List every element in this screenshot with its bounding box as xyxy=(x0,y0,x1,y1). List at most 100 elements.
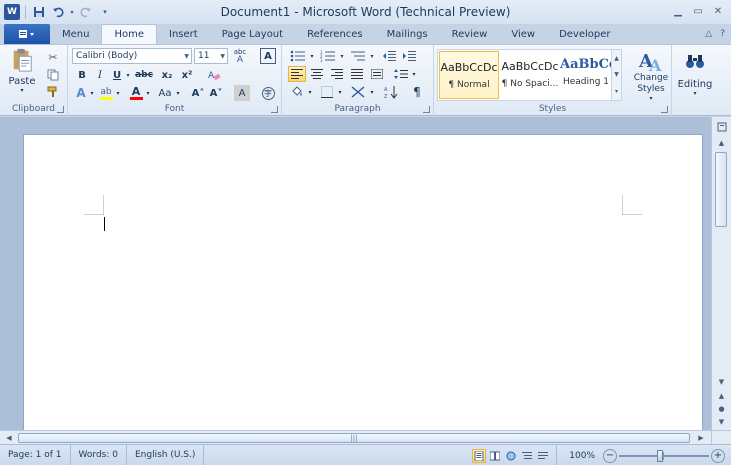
vertical-scrollbar[interactable]: ▲ ▼ ▲ ● ▼ xyxy=(711,117,731,430)
close-icon[interactable]: ✕ xyxy=(709,3,727,19)
zoom-slider-thumb[interactable] xyxy=(657,449,663,462)
numbering-dropdown-icon[interactable]: ▾ xyxy=(338,48,346,64)
maximize-icon[interactable]: ▭ xyxy=(689,3,707,19)
align-center-button[interactable] xyxy=(308,66,326,82)
tab-menu[interactable]: Menu xyxy=(50,25,101,44)
customize-qat-icon[interactable]: ▾ xyxy=(97,4,113,20)
multilevel-list-button[interactable] xyxy=(348,48,368,64)
styles-launcher-icon[interactable] xyxy=(661,106,668,113)
file-tab[interactable] xyxy=(4,24,50,44)
print-layout-view-icon[interactable] xyxy=(472,448,487,463)
vertical-scroll-thumb[interactable] xyxy=(715,152,727,227)
scroll-right-icon[interactable]: ▶ xyxy=(694,432,708,444)
zoom-in-button[interactable]: + xyxy=(711,448,725,463)
strikethrough-button[interactable]: abc xyxy=(134,67,154,83)
zoom-slider[interactable] xyxy=(619,449,709,463)
word-icon[interactable]: W xyxy=(4,4,20,20)
minimize-icon[interactable]: ▁ xyxy=(669,3,687,19)
increase-indent-button[interactable] xyxy=(400,48,418,64)
tab-view[interactable]: View xyxy=(499,25,547,44)
help-icon[interactable]: ? xyxy=(720,29,725,39)
change-styles-button[interactable]: AA Change Styles ▾ xyxy=(630,47,672,103)
redo-icon[interactable] xyxy=(78,4,94,20)
gallery-down-icon[interactable]: ▼ xyxy=(614,71,619,78)
align-right-button[interactable] xyxy=(328,66,346,82)
highlight-button[interactable]: ab xyxy=(98,85,114,101)
tab-review[interactable]: Review xyxy=(440,25,500,44)
zoom-out-button[interactable]: − xyxy=(603,448,617,463)
tab-mailings[interactable]: Mailings xyxy=(375,25,440,44)
draft-view-icon[interactable] xyxy=(536,449,550,463)
horizontal-scrollbar[interactable]: ◀ ||| ▶ xyxy=(0,430,711,444)
style-normal[interactable]: AaBbCcDc ¶ Normal xyxy=(439,51,499,99)
gallery-more-icon[interactable]: ▾ xyxy=(615,88,618,95)
tab-developer[interactable]: Developer xyxy=(547,25,622,44)
text-effects-button[interactable]: A xyxy=(74,85,88,101)
font-size-combo[interactable]: 11 ▼ xyxy=(194,48,228,64)
ruler-toggle-icon[interactable] xyxy=(712,121,731,133)
full-screen-reading-view-icon[interactable] xyxy=(488,449,502,463)
format-painter-button[interactable] xyxy=(44,85,62,99)
grow-font-button[interactable]: A˄ xyxy=(190,85,206,101)
tab-references[interactable]: References xyxy=(295,25,375,44)
change-case-dropdown-icon[interactable]: ▾ xyxy=(174,85,182,101)
language-indicator[interactable]: English (U.S.) xyxy=(127,444,205,465)
character-border-button[interactable]: A xyxy=(260,48,276,64)
show-hide-marks-button[interactable]: ¶ xyxy=(408,84,426,100)
horizontal-scroll-thumb[interactable]: ||| xyxy=(18,433,690,443)
superscript-button[interactable]: x² xyxy=(178,67,196,83)
undo-icon[interactable] xyxy=(50,4,66,20)
shrink-font-button[interactable]: A˅ xyxy=(208,85,224,101)
borders-dropdown-icon[interactable]: ▾ xyxy=(336,84,344,100)
phonetic-guide-button[interactable]: abc A xyxy=(232,47,248,65)
asian-layout-dropdown-icon[interactable]: ▾ xyxy=(368,84,376,100)
word-count[interactable]: Words: 0 xyxy=(71,444,127,465)
copy-button[interactable] xyxy=(44,67,62,83)
minimize-ribbon-icon[interactable]: △ xyxy=(705,29,712,39)
change-case-button[interactable]: Aa xyxy=(156,85,174,101)
tab-insert[interactable]: Insert xyxy=(157,25,210,44)
cut-button[interactable]: ✂ xyxy=(44,49,62,65)
tab-page-layout[interactable]: Page Layout xyxy=(210,25,295,44)
subscript-button[interactable]: x₂ xyxy=(158,67,176,83)
shading-button[interactable] xyxy=(288,84,306,100)
document-page[interactable] xyxy=(23,134,703,434)
tab-home[interactable]: Home xyxy=(101,24,157,44)
gallery-up-icon[interactable]: ▲ xyxy=(614,55,619,62)
font-color-button[interactable]: A xyxy=(128,85,144,101)
line-spacing-button[interactable] xyxy=(392,66,410,82)
paste-button[interactable]: Paste ▾ xyxy=(6,48,38,94)
borders-button[interactable] xyxy=(318,84,336,100)
font-color-dropdown-icon[interactable]: ▾ xyxy=(144,85,152,101)
undo-dropdown-icon[interactable]: ▾ xyxy=(69,4,75,20)
shading-dropdown-icon[interactable]: ▾ xyxy=(306,84,314,100)
bullets-dropdown-icon[interactable]: ▾ xyxy=(308,48,316,64)
next-page-icon[interactable]: ▼ xyxy=(712,416,731,428)
scroll-up-icon[interactable]: ▲ xyxy=(712,137,731,149)
underline-dropdown-icon[interactable]: ▾ xyxy=(124,67,132,83)
scroll-down-icon[interactable]: ▼ xyxy=(712,376,731,388)
bold-button[interactable]: B xyxy=(74,67,90,83)
multilevel-dropdown-icon[interactable]: ▾ xyxy=(368,48,376,64)
font-launcher-icon[interactable] xyxy=(271,106,278,113)
web-layout-view-icon[interactable] xyxy=(504,449,518,463)
page-count[interactable]: Page: 1 of 1 xyxy=(0,444,71,465)
sort-button[interactable]: AZ xyxy=(382,84,400,100)
numbering-button[interactable]: 123 xyxy=(318,48,338,64)
bullets-button[interactable] xyxy=(288,48,308,64)
italic-button[interactable]: I xyxy=(92,67,108,83)
distributed-button[interactable] xyxy=(368,66,386,82)
font-name-combo[interactable]: Calibri (Body) ▼ xyxy=(72,48,192,64)
browse-object-icon[interactable]: ● xyxy=(712,403,731,415)
paragraph-launcher-icon[interactable] xyxy=(423,106,430,113)
editing-button[interactable]: Editing ▾ xyxy=(676,47,714,103)
outline-view-icon[interactable] xyxy=(520,449,534,463)
underline-button[interactable]: U xyxy=(110,67,124,83)
highlight-dropdown-icon[interactable]: ▾ xyxy=(114,85,122,101)
scroll-left-icon[interactable]: ◀ xyxy=(2,432,16,444)
text-effects-dropdown-icon[interactable]: ▾ xyxy=(88,85,96,101)
clear-formatting-button[interactable]: A xyxy=(204,67,224,83)
style-heading-1[interactable]: AaBbCс Heading 1 xyxy=(560,51,612,99)
enclose-characters-button[interactable]: 字 xyxy=(260,85,276,101)
clipboard-launcher-icon[interactable] xyxy=(57,106,64,113)
